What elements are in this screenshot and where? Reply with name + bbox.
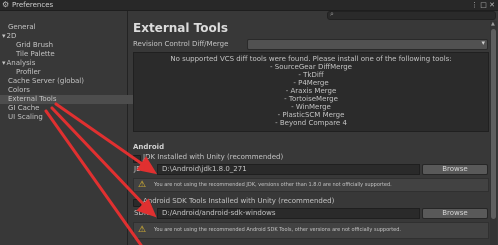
arrow-to-jdk-head [136,156,158,175]
arrow-to-jdk-line [54,102,150,170]
annotation-arrows [44,102,158,245]
